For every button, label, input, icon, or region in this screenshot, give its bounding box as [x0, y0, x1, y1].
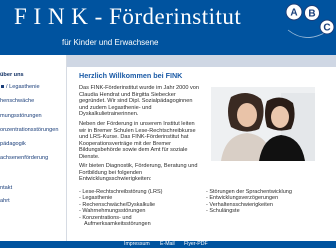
nav-label: pädagogik: [0, 141, 26, 147]
letter-c: C: [323, 23, 330, 34]
intro-paragraph: Das FINK-Förderinstitut wurde im Jahr 20…: [79, 85, 200, 118]
footer-link-email[interactable]: E-Mail: [160, 241, 175, 248]
nav-label: ahrt: [0, 198, 10, 204]
letter-b: B: [308, 9, 315, 20]
footer-link-impressum[interactable]: Impressum: [124, 241, 150, 248]
site-footer: Impressum E-Mail Flyer-PDF: [0, 241, 336, 248]
nav-item-rechenschwaeche[interactable]: henschwäche: [0, 98, 34, 105]
bullet-square-icon: [1, 84, 4, 88]
conditions-list-right: - Störungen der Sprachentwicklung - Entw…: [206, 189, 292, 215]
abc-balls-logo: A B C: [285, 3, 335, 38]
sidebar-nav: über uns / Legasthenie henschwäche mungs…: [0, 55, 67, 241]
footer-link-flyer[interactable]: Flyer-PDF: [184, 241, 208, 248]
page-heading: Herzlich Willkommen bei FINK: [79, 71, 183, 80]
site-header: F I N K - Förderinstitut für Kinder und …: [0, 0, 336, 55]
nav-item-erwachsenenfoerderung[interactable]: achsenenförderung: [0, 155, 48, 162]
nav-item-kontakt[interactable]: ntakt: [0, 185, 12, 192]
nav-item-about[interactable]: über uns: [0, 72, 24, 79]
nav-item-konzentration[interactable]: onzentrationsstörungen: [0, 127, 58, 134]
site-title: F I N K - Förderinstitut: [14, 4, 242, 29]
letter-a: A: [290, 8, 297, 19]
nav-item-legasthenie[interactable]: / Legasthenie: [0, 84, 40, 91]
nav-label: über uns: [0, 72, 24, 78]
site-subtitle: für Kinder und Erwachsene: [62, 38, 159, 47]
nav-label: ntakt: [0, 185, 13, 191]
list-item: - Schulängste: [206, 208, 240, 215]
courses-paragraph: Neben der Förderung in unserem Institut …: [79, 121, 196, 160]
founders-photo: [211, 87, 315, 161]
services-paragraph: Wir bieten Diagnostik, Förderung, Beratu…: [79, 163, 198, 183]
nav-item-wahrnehmung[interactable]: mungsstörungen: [0, 113, 42, 120]
conditions-list-left: - Lese-Rechtschreibstörung (LRS) - Legas…: [79, 189, 162, 227]
nav-label: achsenenförderung: [0, 155, 49, 161]
content-top-bar: [67, 55, 336, 67]
nav-label: onzentrationsstörungen: [0, 127, 59, 133]
nav-item-anfahrt[interactable]: ahrt: [0, 198, 10, 205]
list-item: Aufmerksamkeitsstörungen: [84, 221, 151, 228]
nav-label: / Legasthenie: [6, 84, 40, 90]
nav-label: mungsstörungen: [0, 113, 42, 119]
nav-label: henschwäche: [0, 98, 35, 104]
nav-item-paedagogik[interactable]: pädagogik: [0, 141, 26, 148]
